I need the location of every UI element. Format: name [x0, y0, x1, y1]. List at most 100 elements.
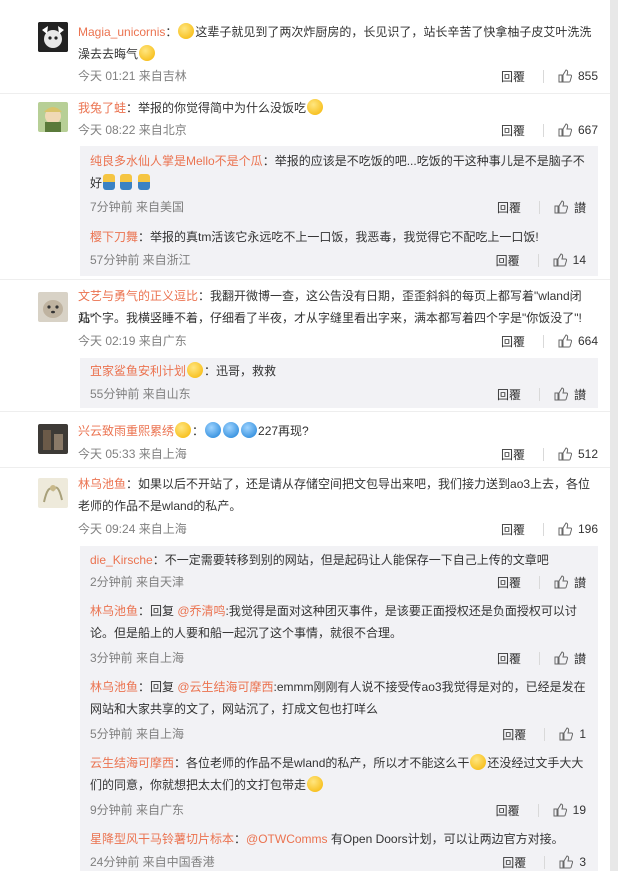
avatar[interactable] — [38, 22, 68, 52]
thumbs-up-icon[interactable] — [554, 575, 568, 589]
like-count: 14 — [572, 253, 586, 267]
reply-text-line2: 论。但是船上的人要和船一起沉了这个事情，就很不合理。 — [90, 626, 403, 640]
user-link[interactable]: 云生结海可摩西 — [90, 756, 174, 770]
like-count: 667 — [577, 123, 598, 137]
reply-button[interactable]: 回覆 — [497, 386, 521, 403]
emoji-icon — [223, 422, 240, 438]
emoji-icon — [175, 422, 192, 438]
reply-actions: 回覆 讃 — [497, 649, 586, 667]
comment-text: 兴云致雨重熙累绣： 227再现? — [78, 422, 309, 438]
thumbs-up-icon[interactable] — [558, 69, 572, 83]
reply-meta: 7分钟前 来自美国 — [90, 200, 185, 214]
user-link[interactable]: 文艺与勇气的正义逗比 — [78, 289, 198, 303]
comment-item: 文艺与勇气的正义逗比：我翻开微博一查，这公告没有日期，歪歪斜斜的每页上都写着"w… — [0, 280, 610, 412]
reply-button[interactable]: 回覆 — [496, 802, 520, 819]
avatar[interactable] — [38, 424, 68, 454]
reply-button[interactable]: 回覆 — [497, 650, 521, 667]
reply-text: 星降型风干马铃薯切片标本：@OTWComms 有Open Doors计划，可以让… — [90, 832, 564, 846]
user-link[interactable]: Magia_unicornis — [78, 25, 165, 39]
comment-meta: 今天 05:33 来自上海 — [78, 447, 187, 461]
emoji-icon — [205, 422, 222, 438]
reply-button[interactable]: 回覆 — [501, 122, 525, 139]
scrollbar[interactable] — [610, 0, 618, 871]
comment-actions: 回覆 512 — [501, 445, 598, 463]
reply-actions: 回覆 讃 — [497, 385, 586, 403]
reply-text-line2: 网站和大家共享的文了，网站沉了，打成文包也打咩么 — [90, 702, 379, 716]
user-link[interactable]: die_Kirsche — [90, 553, 153, 567]
comment-text-line2: 几个字。我横竖睡不着，仔细看了半夜，才从字缝里看出字来，满本都写着四个字是"你饭… — [78, 311, 582, 325]
emoji-icon — [137, 174, 150, 190]
thumbs-up-icon[interactable] — [558, 447, 572, 461]
reply-text-line2: 们的同意，你就想把太太们的文打包带走 — [90, 774, 588, 796]
reply-meta: 24分钟前 来自中国香港 — [90, 855, 215, 869]
emoji-icon — [103, 174, 116, 190]
reply-button[interactable]: 回覆 — [497, 574, 521, 591]
thumbs-up-icon[interactable] — [559, 855, 574, 869]
user-link[interactable]: 星降型风干马铃薯切片标本 — [90, 832, 234, 846]
mention-link[interactable]: @OTWComms — [246, 832, 328, 846]
user-link[interactable]: 宜家鲨鱼安利计划 — [90, 364, 186, 378]
reply-button[interactable]: 回覆 — [501, 521, 525, 538]
comment-actions: 回覆 664 — [501, 332, 598, 350]
reply-meta: 2分钟前 来自天津 — [90, 575, 185, 589]
like-count: 3 — [579, 855, 586, 869]
reply-button[interactable]: 回覆 — [502, 854, 526, 871]
mention-link[interactable]: @云生结海可摩西 — [177, 680, 273, 694]
thumbs-up-icon[interactable] — [554, 651, 568, 665]
like-count: 512 — [577, 447, 598, 461]
user-link[interactable]: 樱下刀舞 — [90, 230, 138, 244]
like-count: 664 — [577, 334, 598, 348]
reply-actions: 回覆 3 — [502, 853, 586, 871]
emoji-icon — [241, 422, 258, 438]
emoji-icon — [120, 174, 133, 190]
like-count: 19 — [572, 803, 586, 817]
comment-feed: Magia_unicornis： 这辈子就见到了两次炸厨房的，长见识了，站长辛苦了… — [0, 0, 610, 871]
reply-button[interactable]: 回覆 — [496, 252, 520, 269]
like-count: 1 — [579, 727, 586, 741]
thumbs-up-icon[interactable] — [553, 253, 567, 267]
reply-actions: 回覆 19 — [496, 801, 586, 819]
emoji-icon — [307, 776, 324, 792]
thumbs-up-icon[interactable] — [559, 727, 574, 741]
comment-actions: 回覆 196 — [501, 520, 598, 538]
avatar[interactable] — [38, 292, 68, 322]
thumbs-up-icon[interactable] — [553, 803, 567, 817]
reply-button[interactable]: 回覆 — [501, 333, 525, 350]
comment-text-line2: 老师的作品不是wland的私产。 — [78, 499, 242, 513]
user-link[interactable]: 纯良多水仙人掌是Mello不是个瓜 — [90, 154, 263, 168]
comment-text: 林乌池鱼：如果以后不开站了，还是请从存储空间把文包导出来吧，我们接力送到ao3上… — [78, 477, 591, 491]
thumbs-up-icon[interactable] — [558, 334, 572, 348]
reply-text: 云生结海可摩西：各位老师的作品不是wland的私产，所以才不能这么干 还没经过文手… — [90, 754, 584, 770]
reply-block: die_Kirsche：不一定需要转移到别的网站，但是起码让人能保存一下自己上传… — [80, 546, 598, 871]
comment-actions: 回覆 855 — [501, 67, 598, 85]
reply-actions: 回覆 讃 — [497, 198, 586, 216]
reply-button[interactable]: 回覆 — [502, 726, 526, 743]
thumbs-up-icon[interactable] — [554, 387, 568, 401]
emoji-icon — [307, 99, 324, 115]
emoji-icon — [178, 23, 195, 39]
reply-text: 纯良多水仙人掌是Mello不是个瓜：举报的应该是不吃饭的吧...吃饭的干这种事儿… — [90, 154, 585, 168]
user-link[interactable]: 林乌池鱼 — [90, 604, 138, 618]
thumbs-up-icon[interactable] — [558, 123, 572, 137]
avatar[interactable] — [38, 102, 68, 132]
reply-meta: 3分钟前 来自上海 — [90, 651, 185, 665]
reply-text: die_Kirsche：不一定需要转移到别的网站，但是起码让人能保存一下自己上传… — [90, 553, 549, 567]
thumbs-up-icon[interactable] — [558, 522, 572, 536]
user-link[interactable]: 我兔了蛙 — [78, 101, 126, 115]
reply-meta: 9分钟前 来自广东 — [90, 803, 185, 817]
reply-button[interactable]: 回覆 — [501, 446, 525, 463]
reply-meta: 5分钟前 来自上海 — [90, 727, 185, 741]
mention-link[interactable]: @乔清鸣 — [177, 604, 225, 618]
emoji-icon — [139, 45, 156, 61]
avatar[interactable] — [38, 478, 68, 508]
like-count: 讃 — [573, 575, 586, 590]
thumbs-up-icon[interactable] — [554, 200, 568, 214]
user-link[interactable]: 兴云致雨重熙累绣 — [78, 424, 174, 438]
reply-button[interactable]: 回覆 — [501, 68, 525, 85]
reply-button[interactable]: 回覆 — [497, 199, 521, 216]
emoji-icon — [470, 754, 487, 770]
user-link[interactable]: 林乌池鱼 — [78, 477, 126, 491]
reply-text: 宜家鲨鱼安利计划 ：迅哥，救救 — [90, 362, 277, 378]
user-link[interactable]: 林乌池鱼 — [90, 680, 138, 694]
comment-meta: 今天 09:24 来自上海 — [78, 522, 187, 536]
